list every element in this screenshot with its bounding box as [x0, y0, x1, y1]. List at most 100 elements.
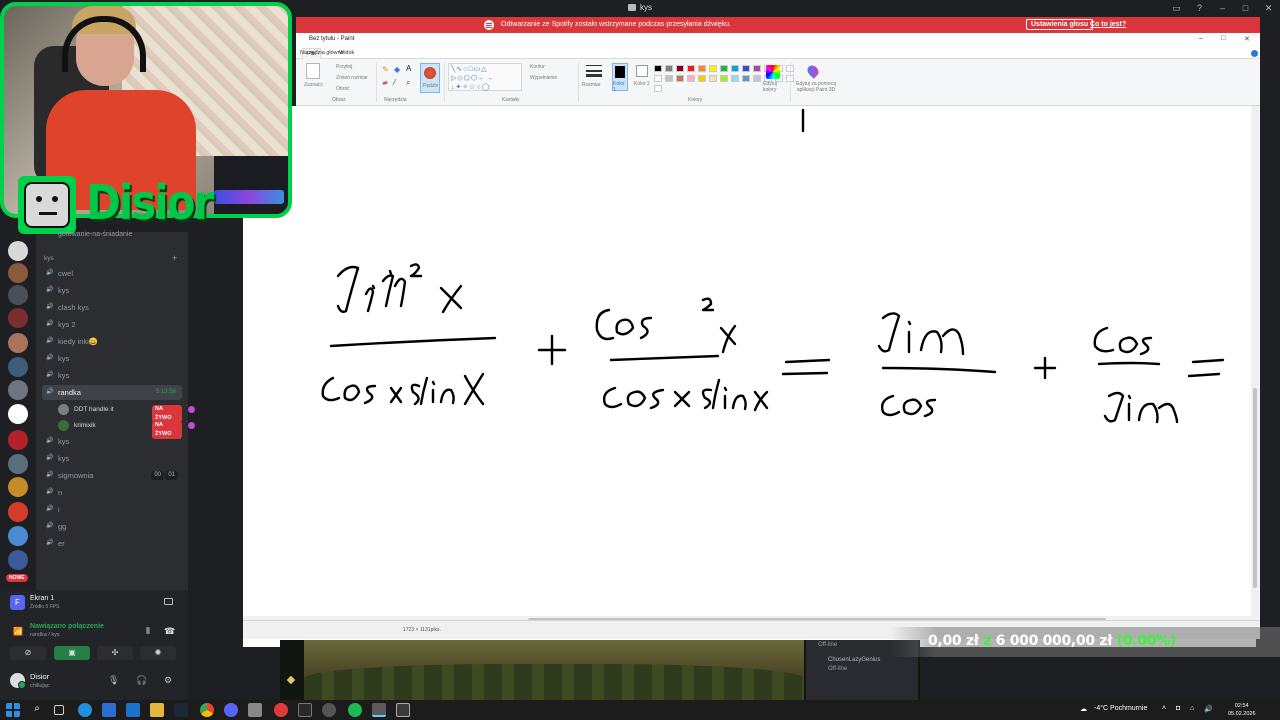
magnifier-icon[interactable]: ⌕	[406, 78, 410, 88]
color-swatch[interactable]	[742, 65, 750, 72]
size-icon[interactable]	[586, 65, 602, 77]
server-icon[interactable]	[8, 285, 28, 305]
server-icon[interactable]	[8, 502, 28, 522]
server-icon[interactable]	[8, 380, 28, 400]
server-icon[interactable]	[8, 357, 28, 377]
watch-stream-icon[interactable]	[188, 406, 195, 413]
color2-button[interactable]	[636, 65, 648, 77]
start-icon[interactable]	[6, 703, 20, 717]
file-explorer-icon[interactable]	[150, 703, 164, 717]
voice-channel[interactable]: 🔊 sigmownia 00 01	[42, 468, 182, 483]
size-label[interactable]: Rozmiar	[582, 82, 601, 88]
tab-view[interactable]: Widok	[339, 50, 354, 56]
color-swatch[interactable]	[665, 75, 673, 82]
camera-off-button[interactable]: ⊘	[10, 646, 46, 660]
edit-colors-icon[interactable]	[766, 65, 780, 79]
paint-taskbar-icon[interactable]	[372, 703, 386, 717]
screen-share-icon[interactable]	[164, 598, 173, 605]
color-swatch[interactable]	[676, 75, 684, 82]
help-icon[interactable]: ?	[1188, 0, 1211, 17]
steam-icon[interactable]	[174, 703, 188, 717]
voice-channel[interactable]: 🔊 clash kys	[42, 300, 182, 315]
outline-button[interactable]: Kontur	[530, 64, 545, 70]
color-swatch[interactable]	[731, 65, 739, 72]
server-icon[interactable]	[8, 430, 28, 450]
signal-icon[interactable]: 📶	[13, 627, 23, 636]
brushes-button[interactable]: Pędzle	[420, 63, 440, 93]
vertical-scrollbar[interactable]	[1251, 106, 1259, 616]
spotify-icon[interactable]	[348, 703, 362, 717]
noise-suppression-icon[interactable]: ⦀	[146, 626, 150, 637]
color-swatch[interactable]	[698, 65, 706, 72]
server-icon[interactable]	[8, 477, 28, 497]
inbox-icon[interactable]: ▭	[1165, 0, 1188, 17]
color-swatch[interactable]	[654, 65, 662, 72]
screen-share-button[interactable]: ▣	[54, 646, 90, 660]
paint3d-icon[interactable]	[805, 63, 821, 79]
notepad-icon[interactable]	[396, 703, 410, 717]
app-icon[interactable]	[274, 703, 288, 717]
edit-colors-label[interactable]: Edytuj kolory	[763, 81, 787, 93]
task-view-icon[interactable]	[54, 705, 64, 715]
server-icon[interactable]	[8, 526, 28, 546]
voice-channel[interactable]: 🔊 n	[42, 485, 182, 500]
minimize-button[interactable]: –	[1211, 0, 1234, 17]
voice-channel[interactable]: 🔊 er	[42, 536, 182, 551]
tab-home[interactable]: Narzędzia główne	[300, 50, 344, 56]
server-icon[interactable]	[8, 308, 28, 328]
eraser-icon[interactable]: ▰	[382, 78, 388, 87]
user-avatar[interactable]	[10, 673, 26, 689]
color-swatch[interactable]	[665, 65, 673, 72]
volume-icon[interactable]: 🔊	[1204, 705, 1213, 713]
activities-button[interactable]: ✣	[97, 646, 133, 660]
voice-channel[interactable]: 🔊 kys 2	[42, 317, 182, 332]
text-tool-icon[interactable]: A	[406, 64, 411, 73]
server-icon[interactable]	[8, 241, 28, 261]
voice-channel[interactable]: 🔊 i	[42, 502, 182, 517]
vertical-scrollbar-thumb[interactable]	[1253, 388, 1257, 588]
fill-icon[interactable]: ◆	[394, 65, 400, 74]
color-swatch[interactable]	[753, 65, 761, 72]
server-icon[interactable]	[8, 404, 28, 424]
search-icon[interactable]: ⌕	[30, 703, 44, 717]
weather-text[interactable]: -4°C Pochmurnie	[1094, 705, 1147, 712]
chrome-icon[interactable]	[200, 703, 214, 717]
color-swatch[interactable]	[698, 75, 706, 82]
store-icon[interactable]	[102, 703, 116, 717]
tray-chevron-icon[interactable]: ˄	[1162, 705, 1166, 712]
voice-channel[interactable]: 🔊 kys	[42, 283, 182, 298]
discord-icon[interactable]	[224, 703, 238, 717]
app-icon[interactable]	[248, 703, 262, 717]
category-header[interactable]: kys	[44, 255, 54, 262]
voice-channel[interactable]: 🔊 kys	[42, 351, 182, 366]
rotate-button[interactable]: Obróć	[336, 86, 350, 92]
color2-label[interactable]: Kolor 2	[634, 81, 650, 87]
help-icon[interactable]	[1251, 50, 1258, 57]
voice-channel[interactable]: 🔊 kys	[42, 368, 182, 383]
user-name[interactable]: Disior	[30, 672, 49, 681]
custom-color-swatch[interactable]	[654, 85, 662, 92]
soundboard-button[interactable]: ✺	[140, 646, 176, 660]
fill-button[interactable]: Wypełnienie	[530, 75, 557, 81]
voice-channel[interactable]: 🔊 kys	[42, 451, 182, 466]
resize-button[interactable]: Zmień rozmiar	[336, 75, 368, 81]
voice-channel[interactable]: 🔊 kiedy inki😀	[42, 334, 182, 349]
tray-icon[interactable]: ◘	[1176, 705, 1180, 712]
select-label[interactable]: Zaznacz	[304, 82, 323, 88]
what-is-this-link[interactable]: Co to jest?	[1090, 21, 1126, 28]
color-swatch[interactable]	[709, 75, 717, 82]
headphones-icon[interactable]: 🎧	[136, 675, 147, 686]
server-icon[interactable]	[8, 550, 28, 570]
paint-maximize-button[interactable]: □	[1221, 35, 1225, 42]
color-swatch[interactable]	[687, 65, 695, 72]
shapes-gallery[interactable]: ╲∿○□▭△ ▷◇⬠⬡←→ ↓✦✧☆○◯	[448, 63, 522, 91]
paint-close-button[interactable]: ✕	[1244, 35, 1250, 43]
crop-button[interactable]: Przytnij	[336, 64, 352, 70]
color-swatch[interactable]	[731, 75, 739, 82]
voice-settings-button[interactable]: Ustawienia głosu	[1026, 19, 1094, 30]
outlook-icon[interactable]	[126, 703, 140, 717]
voice-channel[interactable]: 🔊 gg	[42, 519, 182, 534]
add-channel-icon[interactable]: +	[172, 253, 177, 263]
color-swatch[interactable]	[720, 75, 728, 82]
paint-canvas[interactable]	[243, 106, 1256, 647]
